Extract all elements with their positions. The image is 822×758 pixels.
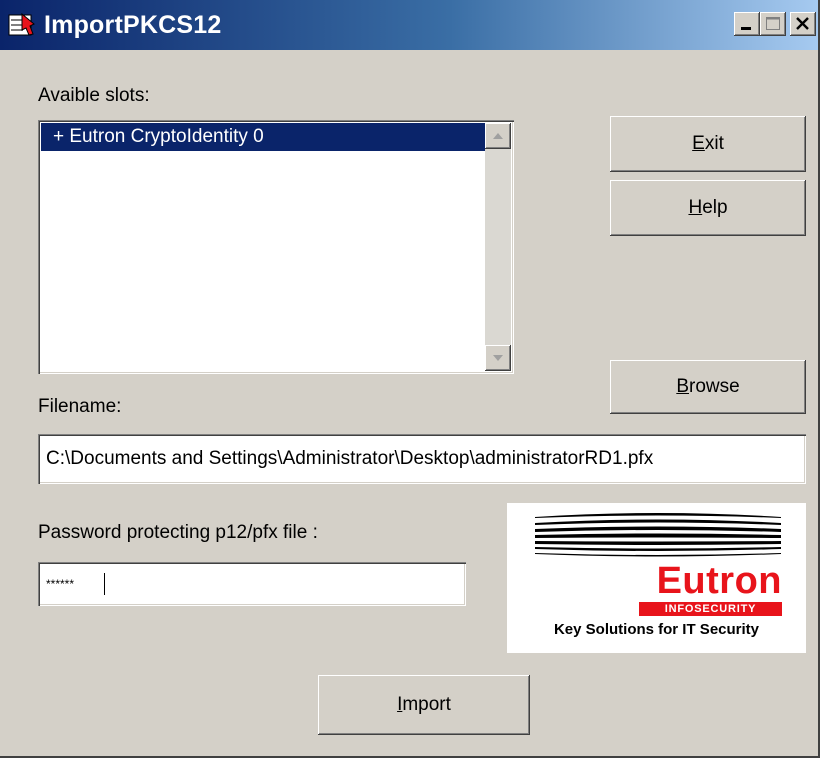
import-button[interactable]: Import xyxy=(318,675,530,735)
minimize-button[interactable] xyxy=(734,12,760,36)
eutron-logo: Eutron INFOSECURITY Key Solutions for IT… xyxy=(507,503,806,653)
title-bar[interactable]: ImportPKCS12 xyxy=(0,0,818,50)
logo-brand: Eutron xyxy=(656,560,782,602)
filename-label: Filename: xyxy=(38,396,122,417)
arrow-down-icon xyxy=(493,355,503,361)
filename-value: C:\Documents and Settings\Administrator\… xyxy=(46,448,654,469)
logo-tagline: Key Solutions for IT Security xyxy=(553,621,760,638)
maximize-button[interactable] xyxy=(760,12,786,36)
window-title: ImportPKCS12 xyxy=(44,11,222,39)
minimize-icon xyxy=(741,27,751,30)
password-value: ****** xyxy=(46,577,75,591)
exit-accelerator: E xyxy=(692,133,705,154)
browse-label-rest: rowse xyxy=(689,376,740,397)
scroll-up-button[interactable] xyxy=(485,123,511,149)
scroll-down-button[interactable] xyxy=(485,345,511,371)
close-button[interactable] xyxy=(790,12,816,36)
help-accelerator: H xyxy=(688,197,703,218)
help-button[interactable]: Help xyxy=(610,180,806,236)
browse-accelerator: B xyxy=(676,376,689,397)
slots-label: Avaible slots: xyxy=(38,85,150,106)
password-label: Password protecting p12/pfx file : xyxy=(38,522,318,543)
arrow-up-icon xyxy=(493,133,503,139)
exit-button[interactable]: Exit xyxy=(610,116,806,172)
slot-list-item[interactable]: + Eutron CryptoIdentity 0 xyxy=(41,123,485,151)
help-label-rest: elp xyxy=(702,197,728,218)
import-label-rest: mport xyxy=(402,694,451,715)
logo-subtitle: INFOSECURITY xyxy=(639,602,782,616)
filename-field[interactable]: C:\Documents and Settings\Administrator\… xyxy=(38,434,806,484)
maximize-icon xyxy=(766,17,780,30)
logo-stripes xyxy=(535,513,781,557)
app-icon xyxy=(8,12,35,36)
text-caret xyxy=(104,573,105,595)
slots-listbox[interactable]: + Eutron CryptoIdentity 0 xyxy=(38,120,514,374)
close-icon xyxy=(796,17,809,30)
slots-scrollbar[interactable] xyxy=(485,123,511,371)
password-field[interactable]: ****** xyxy=(38,562,466,606)
exit-label-rest: xit xyxy=(704,133,724,154)
import-pkcs12-window: ImportPKCS12 Avaible slots: + Eutron Cry… xyxy=(0,0,820,758)
browse-button[interactable]: Browse xyxy=(610,360,806,414)
